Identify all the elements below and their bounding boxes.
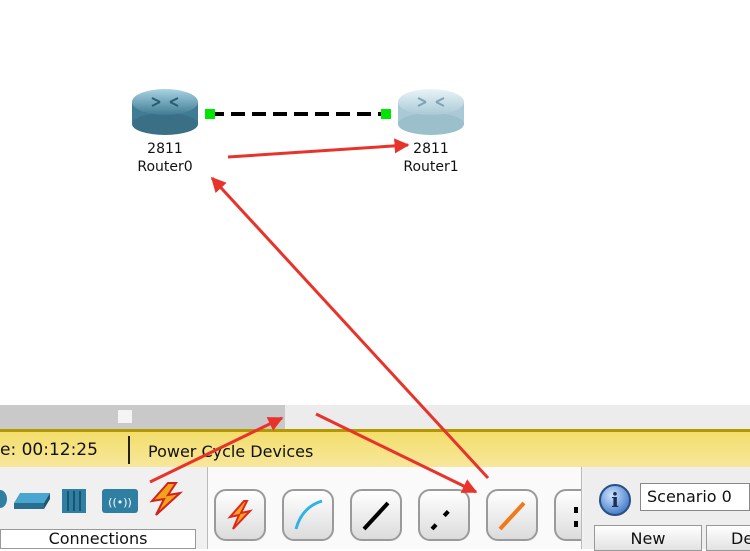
fiber-cable-icon xyxy=(498,501,526,531)
automatic-connection-button[interactable] xyxy=(214,489,266,541)
phone-cable-icon xyxy=(574,507,578,527)
device-category-icons: ((•)) xyxy=(0,467,200,527)
automatic-connection-icon xyxy=(227,500,253,530)
scenario-select[interactable]: Scenario 0 xyxy=(640,483,750,511)
link-status-light-right xyxy=(381,109,391,119)
scrollbar-track[interactable] xyxy=(0,405,285,429)
router1-device[interactable]: 2811 Router1 xyxy=(396,88,466,176)
svg-text:i: i xyxy=(611,488,619,512)
scenario-panel: i Scenario 0 New De xyxy=(584,467,750,551)
router0-device[interactable]: 2811 Router0 xyxy=(130,88,200,176)
realtime-bar: e: 00:12:25 Power Cycle Devices xyxy=(0,429,750,467)
svg-text:((•)): ((•)) xyxy=(108,496,132,509)
router-icon[interactable] xyxy=(0,487,8,511)
delete-scenario-button[interactable]: De xyxy=(706,525,750,551)
scrollbar-thumb[interactable] xyxy=(118,410,132,423)
router-model-label: 2811 xyxy=(413,141,449,157)
router-name-label: Router0 xyxy=(137,159,193,175)
copper-straight-through-button[interactable] xyxy=(350,489,402,541)
switch-icon[interactable] xyxy=(14,491,52,511)
device-category-label: Connections xyxy=(0,529,196,549)
link-status-light-left xyxy=(205,109,215,119)
connections-icon[interactable] xyxy=(146,481,186,517)
copper-straight-through-icon xyxy=(362,501,390,531)
copper-cross-over-icon xyxy=(430,501,458,531)
connection-type-panel xyxy=(207,467,582,549)
power-cycle-devices-button[interactable]: Power Cycle Devices xyxy=(148,442,313,461)
console-cable-icon xyxy=(294,499,323,530)
router-icon xyxy=(132,89,198,135)
phone-cable-button[interactable] xyxy=(554,489,581,541)
router-model-label: 2811 xyxy=(147,141,183,157)
fiber-cable-button[interactable] xyxy=(486,489,538,541)
wireless-device-icon[interactable]: ((•)) xyxy=(100,487,140,515)
horizontal-scrollbar[interactable] xyxy=(0,405,750,429)
info-icon[interactable]: i xyxy=(598,483,632,517)
hub-icon[interactable] xyxy=(60,487,90,515)
copper-cross-over-button[interactable] xyxy=(418,489,470,541)
console-cable-button[interactable] xyxy=(282,489,334,541)
router-name-label: Router1 xyxy=(403,159,459,175)
time-display: e: 00:12:25 xyxy=(0,440,98,460)
logical-workspace[interactable]: 2811 Router0 2811 Router1 xyxy=(0,0,750,405)
cable-link[interactable] xyxy=(0,0,750,405)
router-icon xyxy=(398,89,464,135)
bottom-panel: ((•)) Connections i Scenario 0 New D xyxy=(0,467,750,551)
new-scenario-button[interactable]: New xyxy=(594,525,702,551)
divider xyxy=(128,436,130,464)
